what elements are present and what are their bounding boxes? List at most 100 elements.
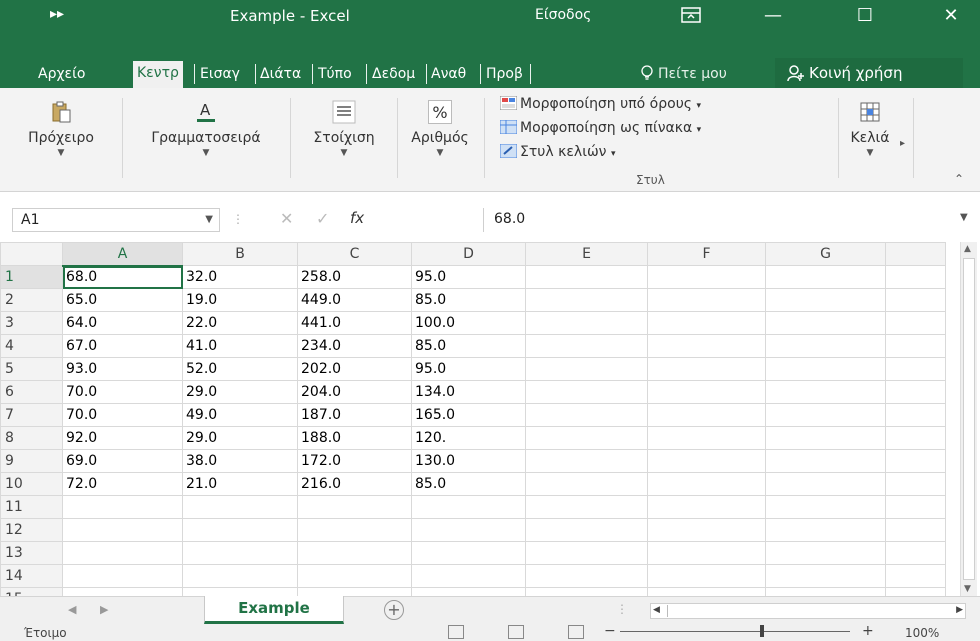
row-header[interactable]: 2 bbox=[0, 288, 63, 312]
name-box[interactable]: A1 ▼ bbox=[12, 208, 220, 232]
cell-c7[interactable]: 187.0 bbox=[297, 403, 412, 427]
cell-c4[interactable]: 234.0 bbox=[297, 334, 412, 358]
cell-d3[interactable]: 100.0 bbox=[411, 311, 526, 335]
cell-g5[interactable] bbox=[765, 357, 886, 381]
cell-e5[interactable] bbox=[525, 357, 648, 381]
cell-overflow[interactable] bbox=[885, 449, 946, 473]
cell-a1[interactable]: 68.0 bbox=[62, 265, 183, 289]
cell-g15[interactable] bbox=[765, 587, 886, 596]
cell-b11[interactable] bbox=[182, 495, 298, 519]
cell-b15[interactable] bbox=[182, 587, 298, 596]
cell-f14[interactable] bbox=[647, 564, 766, 588]
cell-overflow[interactable] bbox=[885, 587, 946, 596]
select-all-corner[interactable] bbox=[0, 242, 63, 266]
cell-f6[interactable] bbox=[647, 380, 766, 404]
cell-b10[interactable]: 21.0 bbox=[182, 472, 298, 496]
cell-d14[interactable] bbox=[411, 564, 526, 588]
cell-e3[interactable] bbox=[525, 311, 648, 335]
zoom-level[interactable]: 100% bbox=[905, 626, 939, 640]
maximize-button[interactable]: ☐ bbox=[842, 3, 888, 31]
cell-a9[interactable]: 69.0 bbox=[62, 449, 183, 473]
row-header[interactable]: 1 bbox=[0, 265, 63, 289]
cell-c9[interactable]: 172.0 bbox=[297, 449, 412, 473]
column-header-e[interactable]: E bbox=[525, 242, 648, 266]
cell-c15[interactable] bbox=[297, 587, 412, 596]
cell-e7[interactable] bbox=[525, 403, 648, 427]
conditional-formatting-button[interactable]: Μορφοποίηση υπό όρους ▾ bbox=[500, 96, 701, 112]
cell-c11[interactable] bbox=[297, 495, 412, 519]
row-header[interactable]: 7 bbox=[0, 403, 63, 427]
tab-data[interactable]: Δεδομ bbox=[372, 62, 415, 86]
cell-d15[interactable] bbox=[411, 587, 526, 596]
zoom-in-button[interactable]: + bbox=[862, 623, 874, 639]
cell-overflow[interactable] bbox=[885, 403, 946, 427]
cell-g4[interactable] bbox=[765, 334, 886, 358]
column-header-a[interactable]: A bbox=[62, 242, 183, 267]
row-header[interactable]: 12 bbox=[0, 518, 63, 542]
sign-in-link[interactable]: Είσοδος bbox=[535, 7, 591, 23]
row-header[interactable]: 10 bbox=[0, 472, 63, 496]
cell-b5[interactable]: 52.0 bbox=[182, 357, 298, 381]
row-header[interactable]: 9 bbox=[0, 449, 63, 473]
cell-e11[interactable] bbox=[525, 495, 648, 519]
cell-d8[interactable]: 120. bbox=[411, 426, 526, 450]
cell-overflow[interactable] bbox=[885, 357, 946, 381]
zoom-out-button[interactable]: − bbox=[604, 623, 616, 639]
cell-g6[interactable] bbox=[765, 380, 886, 404]
column-header-f[interactable]: F bbox=[647, 242, 766, 266]
column-header-d[interactable]: D bbox=[411, 242, 526, 266]
cell-c6[interactable]: 204.0 bbox=[297, 380, 412, 404]
cell-a11[interactable] bbox=[62, 495, 183, 519]
insert-function-icon[interactable]: fx bbox=[350, 209, 364, 227]
cell-c3[interactable]: 441.0 bbox=[297, 311, 412, 335]
cell-c8[interactable]: 188.0 bbox=[297, 426, 412, 450]
cell-c1[interactable]: 258.0 bbox=[297, 265, 412, 289]
cell-e9[interactable] bbox=[525, 449, 648, 473]
cell-e12[interactable] bbox=[525, 518, 648, 542]
page-break-view-icon[interactable] bbox=[568, 625, 584, 639]
cell-d11[interactable] bbox=[411, 495, 526, 519]
tab-view[interactable]: Προβ bbox=[486, 62, 523, 86]
scroll-right-icon[interactable]: ▶ bbox=[956, 605, 963, 615]
cell-g1[interactable] bbox=[765, 265, 886, 289]
horizontal-scrollbar[interactable]: ◀ ▶ bbox=[650, 603, 966, 619]
scroll-left-icon[interactable]: ◀ bbox=[653, 605, 660, 615]
cell-g10[interactable] bbox=[765, 472, 886, 496]
column-header-b[interactable]: B bbox=[182, 242, 298, 266]
cell-g14[interactable] bbox=[765, 564, 886, 588]
cell-f13[interactable] bbox=[647, 541, 766, 565]
scroll-down-icon[interactable]: ▼ bbox=[964, 584, 971, 594]
add-sheet-icon[interactable]: + bbox=[384, 600, 404, 620]
cell-b6[interactable]: 29.0 bbox=[182, 380, 298, 404]
column-header-c[interactable]: C bbox=[297, 242, 412, 266]
cell-overflow[interactable] bbox=[885, 311, 946, 335]
cell-f11[interactable] bbox=[647, 495, 766, 519]
format-as-table-button[interactable]: Μορφοποίηση ως πίνακα ▾ bbox=[500, 120, 701, 136]
cell-styles-button[interactable]: Στυλ κελιών ▾ bbox=[500, 144, 615, 160]
cell-b13[interactable] bbox=[182, 541, 298, 565]
scroll-thumb[interactable] bbox=[667, 605, 697, 617]
cell-overflow[interactable] bbox=[885, 265, 946, 289]
normal-view-icon[interactable] bbox=[448, 625, 464, 639]
cell-c13[interactable] bbox=[297, 541, 412, 565]
cell-f7[interactable] bbox=[647, 403, 766, 427]
cell-g2[interactable] bbox=[765, 288, 886, 312]
cell-a5[interactable]: 93.0 bbox=[62, 357, 183, 381]
cell-a6[interactable]: 70.0 bbox=[62, 380, 183, 404]
row-header[interactable]: 11 bbox=[0, 495, 63, 519]
cell-f3[interactable] bbox=[647, 311, 766, 335]
cell-a10[interactable]: 72.0 bbox=[62, 472, 183, 496]
tab-review[interactable]: Αναθ bbox=[431, 62, 466, 86]
number-group[interactable]: % Αριθμός ▼ bbox=[400, 94, 480, 184]
row-header[interactable]: 15 bbox=[0, 587, 63, 596]
tab-file[interactable]: Αρχείο bbox=[38, 62, 85, 86]
row-header[interactable]: 13 bbox=[0, 541, 63, 565]
cell-f15[interactable] bbox=[647, 587, 766, 596]
expand-formula-bar-icon[interactable]: ▼ bbox=[960, 212, 968, 223]
cell-c2[interactable]: 449.0 bbox=[297, 288, 412, 312]
cell-e1[interactable] bbox=[525, 265, 648, 289]
chevron-down-icon[interactable]: ▼ bbox=[205, 209, 213, 231]
formula-input[interactable]: 68.0 bbox=[483, 208, 967, 232]
cell-g13[interactable] bbox=[765, 541, 886, 565]
cell-b2[interactable]: 19.0 bbox=[182, 288, 298, 312]
